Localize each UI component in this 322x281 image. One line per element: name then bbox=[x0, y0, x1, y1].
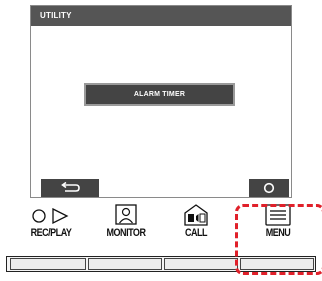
play-triangle-icon bbox=[52, 207, 69, 225]
monitor-key[interactable]: MONITOR bbox=[92, 203, 160, 243]
return-arrow-icon bbox=[61, 182, 80, 192]
call-label: CALL bbox=[184, 227, 208, 239]
hardware-key-rec-play[interactable] bbox=[10, 258, 86, 270]
monitor-label: MONITOR bbox=[106, 227, 146, 239]
circle-ok-icon bbox=[263, 182, 275, 194]
call-key[interactable]: CALL bbox=[162, 203, 230, 243]
display-screen: UTILITY ALARM TIMER bbox=[30, 5, 292, 198]
hardware-key-call[interactable] bbox=[164, 258, 238, 270]
circle-icon bbox=[32, 209, 46, 223]
alarm-timer-button[interactable]: ALARM TIMER bbox=[84, 83, 235, 106]
back-button[interactable] bbox=[41, 179, 99, 197]
screen-header-title: UTILITY bbox=[31, 6, 291, 26]
rec-play-icon bbox=[32, 207, 69, 225]
rec-play-label: REC/PLAY bbox=[30, 227, 72, 239]
rec-play-key[interactable]: REC/PLAY bbox=[17, 203, 85, 243]
ok-button[interactable] bbox=[249, 179, 289, 197]
call-house-icon bbox=[184, 204, 208, 226]
hardware-key-monitor[interactable] bbox=[88, 258, 162, 270]
menu-highlight-callout bbox=[235, 204, 322, 275]
person-monitor-icon bbox=[115, 204, 137, 225]
